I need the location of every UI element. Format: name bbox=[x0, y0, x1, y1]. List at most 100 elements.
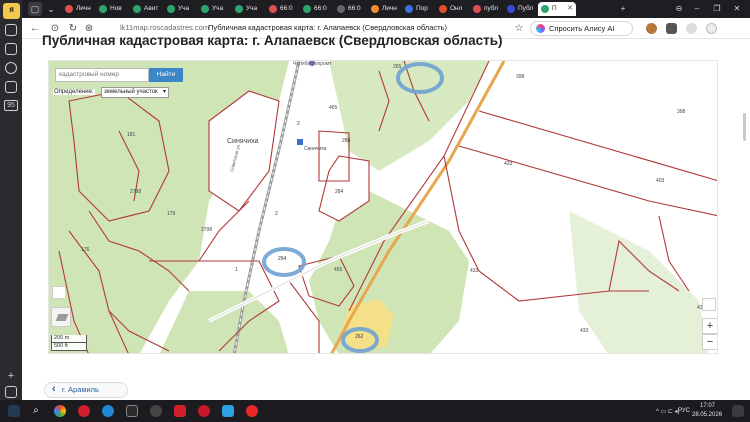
grid-icon[interactable] bbox=[5, 24, 17, 36]
back-button[interactable]: ← bbox=[28, 22, 42, 36]
panel-toggle-icon[interactable] bbox=[5, 386, 17, 398]
tray-icons[interactable]: ^ ▭ ⊏ ◂) bbox=[656, 408, 680, 415]
bookmark-icon[interactable] bbox=[5, 43, 17, 55]
url-title[interactable]: Публичная кадастровая карта: г. Алапаевс… bbox=[208, 23, 447, 32]
opera-icon[interactable] bbox=[78, 405, 90, 417]
weather-icon[interactable] bbox=[8, 405, 20, 417]
tab-favicon-icon bbox=[405, 5, 413, 13]
yandex-browser-icon[interactable] bbox=[246, 405, 258, 417]
clock-time[interactable]: 17:07 bbox=[700, 403, 715, 409]
tab-label: 66:0 bbox=[348, 5, 361, 12]
add-icon[interactable]: + bbox=[5, 370, 17, 382]
cadastral-search-input[interactable]: кадастровый номер bbox=[55, 68, 149, 82]
tab-label: Уча bbox=[178, 5, 190, 12]
yandex-logo-icon[interactable]: Я bbox=[3, 3, 20, 19]
parcel-label: 403 bbox=[656, 178, 665, 184]
tab[interactable]: Пор bbox=[402, 2, 434, 16]
tab-favicon-icon bbox=[99, 5, 107, 13]
scale-meters: 200 m bbox=[51, 335, 87, 343]
tab[interactable]: Нов bbox=[96, 2, 128, 16]
alice-icon bbox=[536, 24, 545, 33]
language-indicator[interactable]: РУС bbox=[678, 408, 690, 414]
opera-gx-icon[interactable] bbox=[198, 405, 210, 417]
parcel-label: 2 bbox=[297, 121, 300, 127]
app-icon[interactable] bbox=[150, 405, 162, 417]
page-scrollbar[interactable] bbox=[742, 43, 748, 399]
zoom-in-button[interactable]: + bbox=[702, 318, 717, 334]
map-canvas[interactable] bbox=[49, 61, 718, 354]
layers-icon bbox=[55, 314, 69, 321]
tab[interactable]: 66:0 bbox=[300, 2, 332, 16]
downloads-icon[interactable] bbox=[706, 23, 717, 34]
windows-taskbar: ⌕ ^ ▭ ⊏ ◂) РУС 17:07 28.05.2026 bbox=[0, 400, 750, 422]
tab[interactable]: 66:0 bbox=[334, 2, 366, 16]
definition-select[interactable]: земельный участок bbox=[101, 87, 169, 98]
browser-sidebar: Я 95 + bbox=[0, 0, 22, 400]
edge-icon[interactable] bbox=[102, 405, 114, 417]
tab[interactable]: Личн bbox=[62, 2, 94, 16]
tab[interactable]: Уча bbox=[232, 2, 264, 16]
profile-icon[interactable] bbox=[646, 23, 657, 34]
map-tool-button[interactable] bbox=[702, 298, 716, 311]
parcel-label: 433 bbox=[504, 161, 513, 167]
page-content: Публичная кадастровая карта: г. Алапаевс… bbox=[22, 33, 750, 400]
downloads-icon[interactable] bbox=[5, 81, 17, 93]
tab[interactable]: Уча bbox=[164, 2, 196, 16]
tab-label: Личн bbox=[382, 5, 397, 12]
parcel-label: 284 bbox=[335, 189, 344, 195]
scrollbar-thumb[interactable] bbox=[743, 113, 746, 141]
chevron-down-icon[interactable]: ⌄ bbox=[44, 2, 58, 16]
parcel-label: 1 bbox=[235, 267, 238, 273]
tab[interactable]: Авит bbox=[130, 2, 162, 16]
minimize-button[interactable]: – bbox=[690, 2, 704, 16]
maximize-button[interactable]: ❐ bbox=[710, 2, 724, 16]
parcel-label: 455 bbox=[334, 267, 343, 273]
new-tab-button[interactable]: + bbox=[616, 2, 630, 16]
app-icon[interactable] bbox=[126, 405, 138, 417]
clock-date[interactable]: 28.05.2026 bbox=[692, 412, 722, 418]
parcel-label: 176 bbox=[81, 247, 90, 253]
notifications-icon[interactable] bbox=[732, 405, 744, 417]
bookmark-star-icon[interactable]: ☆ bbox=[512, 22, 526, 36]
layers-button[interactable] bbox=[51, 307, 71, 327]
tab-favicon-icon bbox=[303, 5, 311, 13]
parcel-label: 433 bbox=[470, 268, 479, 274]
pin-icon[interactable]: ⊖ bbox=[672, 2, 686, 16]
place-label: Челябагропромт bbox=[293, 61, 332, 67]
extension-icon[interactable] bbox=[666, 23, 677, 34]
tab[interactable]: Уча bbox=[198, 2, 230, 16]
close-tab-icon[interactable]: ✕ bbox=[567, 2, 573, 16]
tab-favicon-icon bbox=[337, 5, 345, 13]
close-window-button[interactable]: ✕ bbox=[730, 2, 744, 16]
tab[interactable]: публ bbox=[470, 2, 502, 16]
tab-label: 66:0 bbox=[280, 5, 293, 12]
parcel-label: 2798 bbox=[130, 189, 142, 195]
chrome-icon[interactable] bbox=[54, 405, 66, 417]
parcel-label: 2 bbox=[275, 211, 278, 217]
tab[interactable]: 66:0 bbox=[266, 2, 298, 16]
ask-alice-button[interactable]: Спросить Алису AI bbox=[530, 21, 633, 36]
reader-icon[interactable] bbox=[686, 23, 697, 34]
extension-badge-icon[interactable]: 95 bbox=[4, 100, 18, 111]
history-icon[interactable] bbox=[5, 62, 17, 74]
tab[interactable]: Личн bbox=[368, 2, 400, 16]
map-tool-button[interactable] bbox=[52, 286, 66, 299]
back-link[interactable]: г. Арамиль bbox=[44, 382, 128, 398]
tab[interactable]: Онл bbox=[436, 2, 468, 16]
cadastral-map[interactable]: 265 398 398 465 181 Челябагропромт Синяч… bbox=[48, 60, 718, 354]
search-button[interactable]: Найти bbox=[149, 68, 183, 82]
tab-favicon-icon bbox=[439, 5, 447, 13]
tab-active[interactable]: П ✕ bbox=[538, 2, 576, 16]
app-icon[interactable] bbox=[222, 405, 234, 417]
tab[interactable]: Публ bbox=[504, 2, 536, 16]
tab-label: Публ bbox=[518, 5, 534, 12]
tab-label: Онл bbox=[450, 5, 463, 12]
parcel-label: 433 bbox=[580, 328, 589, 334]
zoom-out-button[interactable]: − bbox=[702, 334, 717, 350]
parcel-label: 2798 bbox=[201, 227, 213, 233]
url-host[interactable]: lk11map.roscadastres.com bbox=[120, 23, 209, 32]
search-icon[interactable]: ⌕ bbox=[30, 405, 42, 417]
yandex-app-icon[interactable] bbox=[174, 405, 186, 417]
tab-favicon-icon bbox=[167, 5, 175, 13]
tab-menu-icon[interactable]: ▢ bbox=[28, 2, 42, 16]
